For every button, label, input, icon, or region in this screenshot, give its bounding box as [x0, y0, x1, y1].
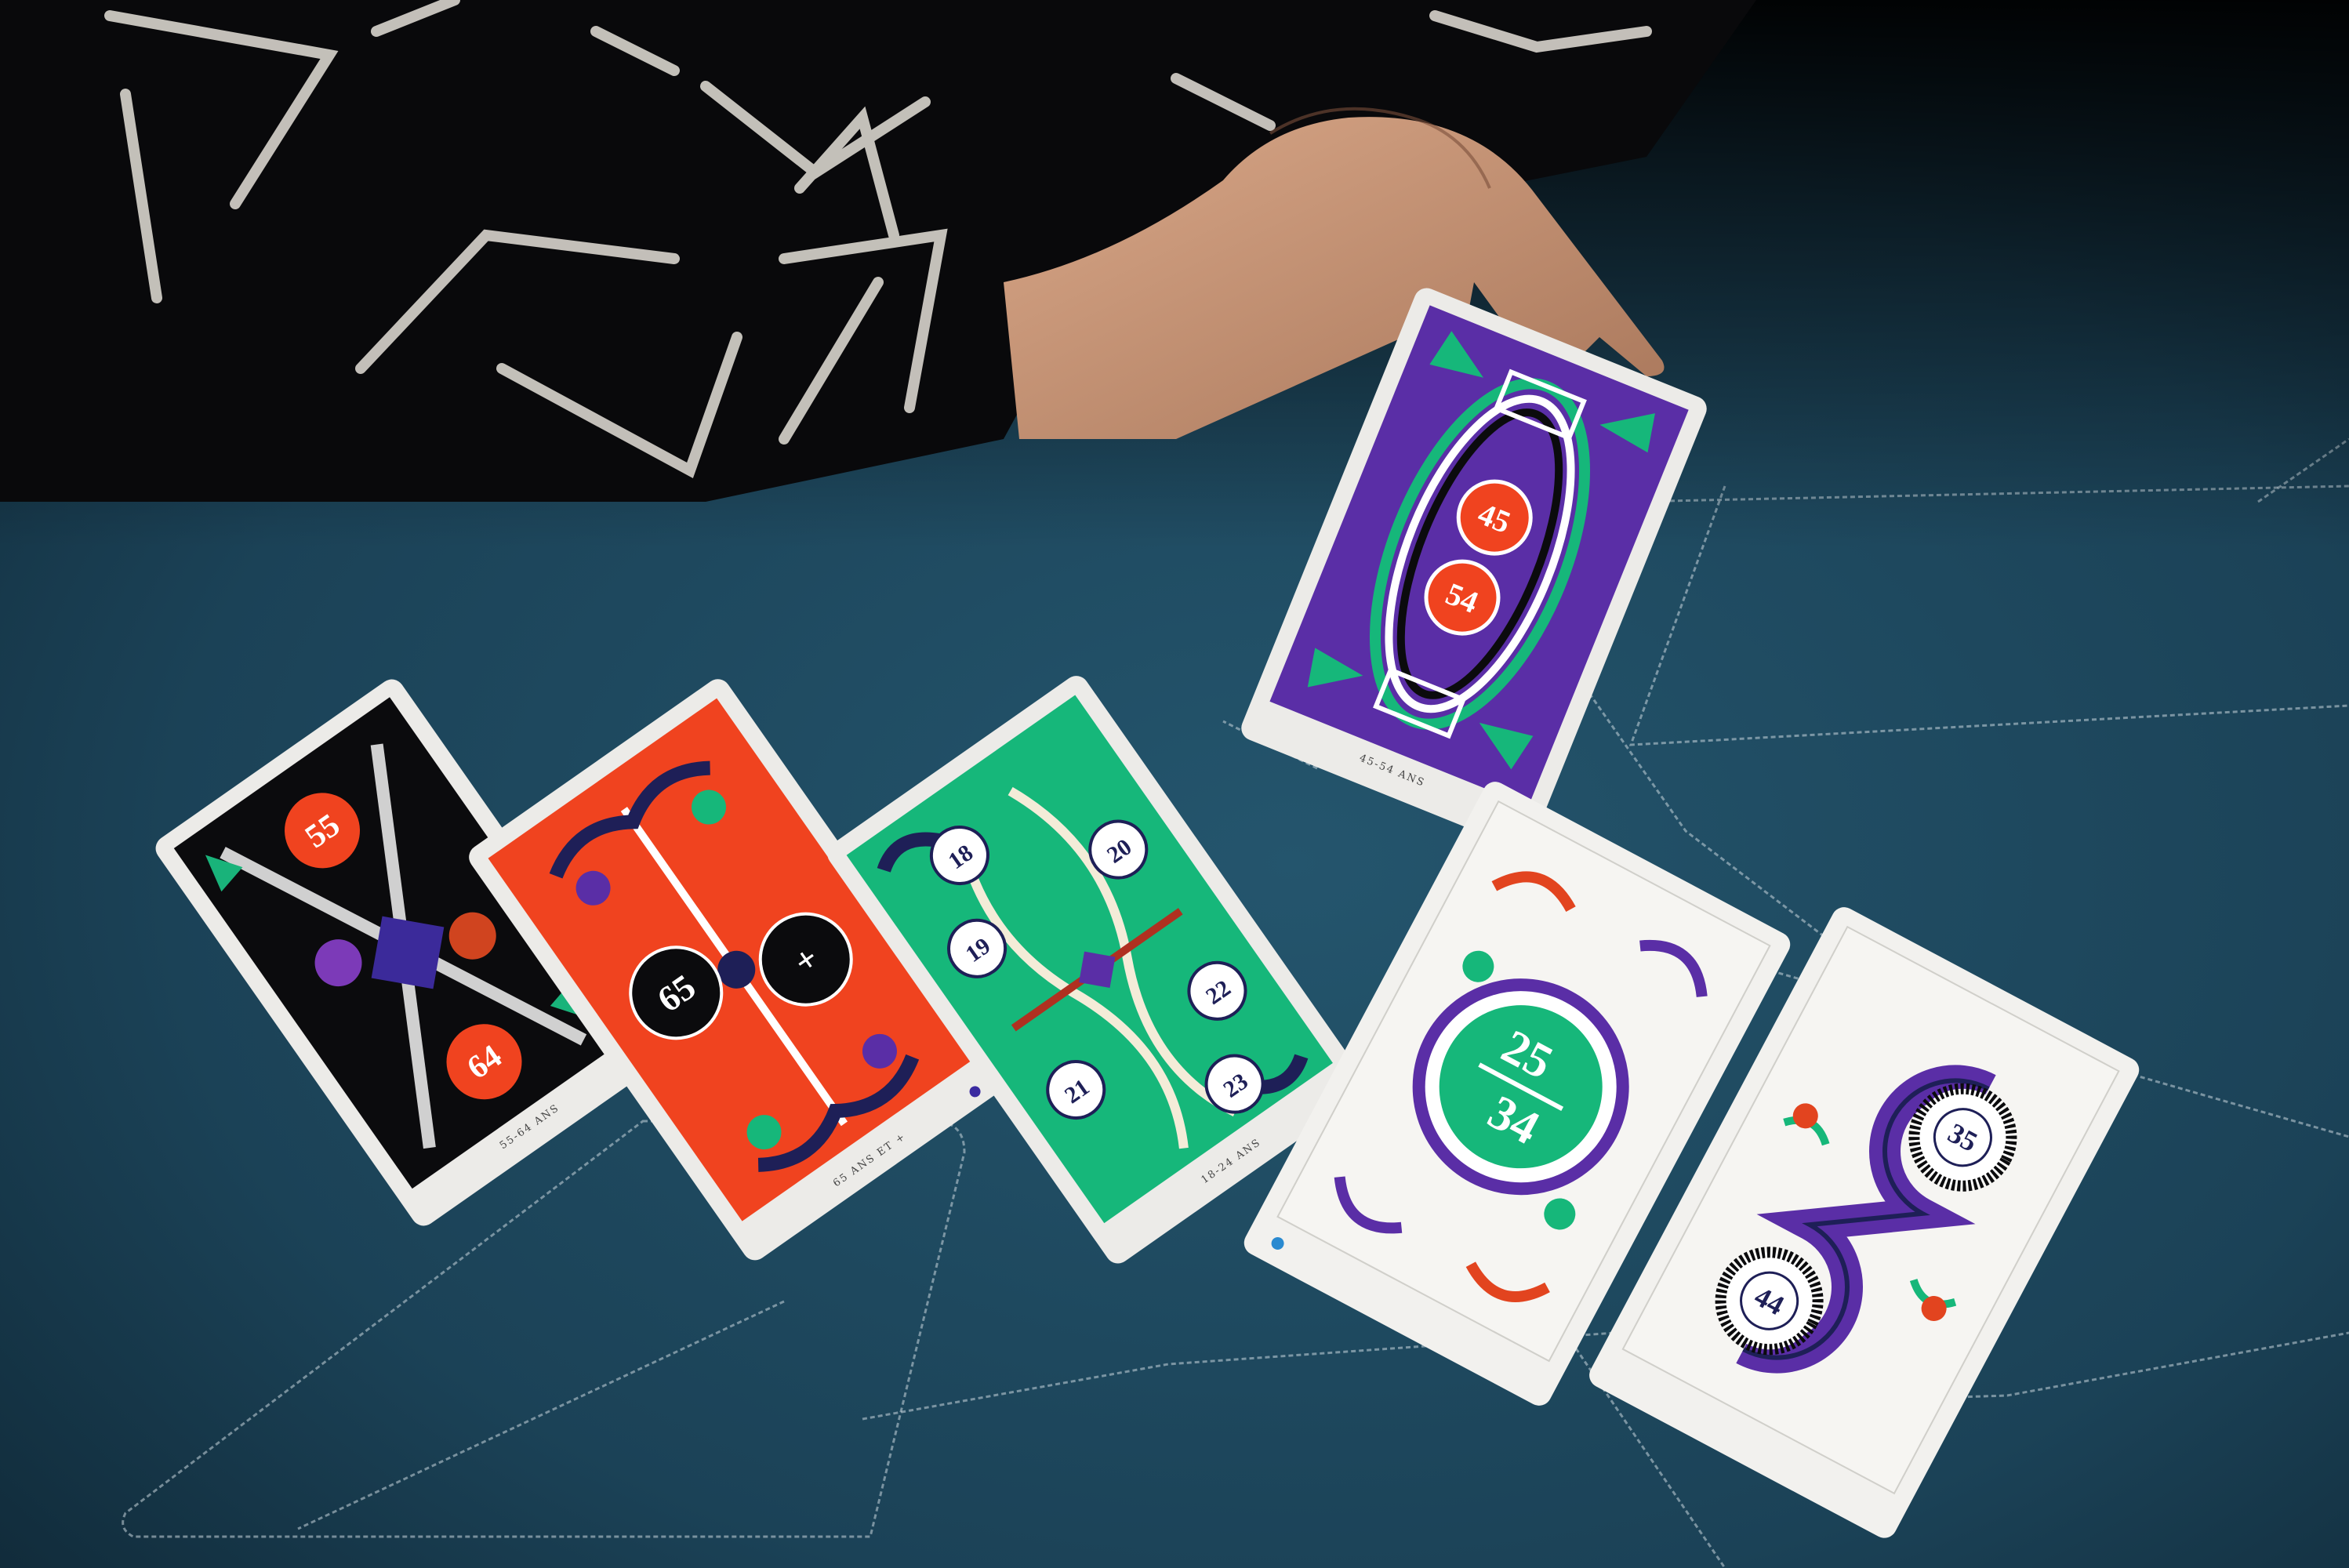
- tarot-scene: 55 64 55-64 ANS 65 + 65 ANS ET + 18 19 2…: [0, 0, 2349, 1568]
